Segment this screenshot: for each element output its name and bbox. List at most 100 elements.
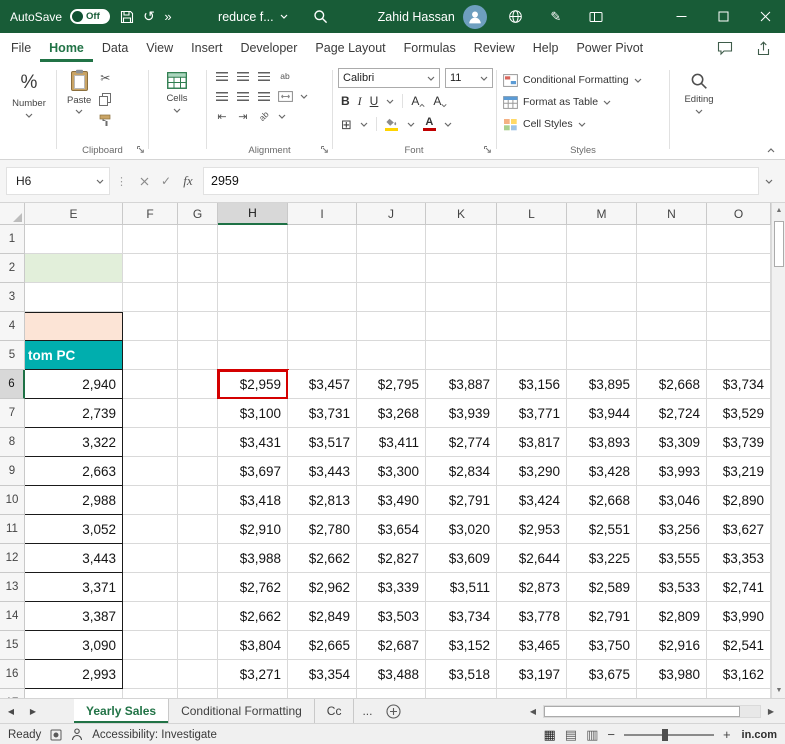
cell-O5[interactable]	[707, 341, 771, 370]
column-header-k[interactable]: K	[426, 203, 497, 225]
tab-insert[interactable]: Insert	[182, 33, 231, 62]
page-break-view-icon[interactable]: ▥	[586, 727, 598, 743]
save-icon[interactable]	[116, 5, 138, 29]
enter-icon[interactable]: ✓	[155, 168, 177, 194]
cell-J15[interactable]: $2,687	[357, 631, 426, 660]
cell-E12[interactable]: 3,443	[25, 544, 123, 573]
cell-H11[interactable]: $2,910	[218, 515, 288, 544]
cell-F4[interactable]	[123, 312, 178, 341]
cell-N17[interactable]	[637, 689, 707, 698]
cell-K8[interactable]: $2,774	[426, 428, 497, 457]
cell-O1[interactable]	[707, 225, 771, 254]
cell-K12[interactable]: $3,609	[426, 544, 497, 573]
cell-E3[interactable]	[25, 283, 123, 312]
cell-G17[interactable]	[178, 689, 218, 698]
cell-N14[interactable]: $2,809	[637, 602, 707, 631]
cell-K7[interactable]: $3,939	[426, 399, 497, 428]
cell-F11[interactable]	[123, 515, 178, 544]
cell-F9[interactable]	[123, 457, 178, 486]
alignment-dialog-launcher[interactable]	[320, 145, 329, 154]
column-header-e[interactable]: E	[25, 203, 123, 225]
cell-F12[interactable]	[123, 544, 178, 573]
sheet-tab-cc[interactable]: Cc	[315, 699, 355, 723]
cell-F2[interactable]	[123, 254, 178, 283]
more-sheets[interactable]: ...	[354, 699, 380, 723]
cell-N1[interactable]	[637, 225, 707, 254]
cell-K13[interactable]: $3,511	[426, 573, 497, 602]
tab-formulas[interactable]: Formulas	[395, 33, 465, 62]
cell-F8[interactable]	[123, 428, 178, 457]
cell-O3[interactable]	[707, 283, 771, 312]
cell-E7[interactable]: 2,739	[25, 399, 123, 428]
merge-center-icon[interactable]	[278, 89, 293, 104]
cell-I8[interactable]: $3,517	[288, 428, 357, 457]
vscroll-thumb[interactable]	[774, 221, 784, 267]
insert-function-icon[interactable]: fx	[177, 168, 199, 194]
cell-J9[interactable]: $3,300	[357, 457, 426, 486]
cell-I14[interactable]: $2,849	[288, 602, 357, 631]
number-format-button[interactable]: % Number	[6, 65, 52, 158]
cell-M12[interactable]: $3,225	[567, 544, 637, 573]
row-header-10[interactable]: 10	[0, 486, 25, 515]
row-header-15[interactable]: 15	[0, 631, 25, 660]
cell-E10[interactable]: 2,988	[25, 486, 123, 515]
tab-power-pivot[interactable]: Power Pivot	[567, 33, 652, 62]
cell-G15[interactable]	[178, 631, 218, 660]
page-layout-view-icon[interactable]: ▤	[565, 727, 577, 743]
cell-E5[interactable]: tom PC	[25, 341, 123, 370]
row-header-11[interactable]: 11	[0, 515, 25, 544]
row-header-5[interactable]: 5	[0, 341, 25, 370]
cell-G7[interactable]	[178, 399, 218, 428]
row-header-2[interactable]: 2	[0, 254, 25, 283]
add-sheet-button[interactable]	[380, 699, 406, 723]
copy-icon[interactable]	[97, 92, 113, 106]
cell-O10[interactable]: $2,890	[707, 486, 771, 515]
cell-F6[interactable]	[123, 370, 178, 399]
cell-L17[interactable]	[497, 689, 567, 698]
cell-F13[interactable]	[123, 573, 178, 602]
cell-N4[interactable]	[637, 312, 707, 341]
increase-font-size-button[interactable]: A	[411, 95, 425, 108]
cell-J13[interactable]: $3,339	[357, 573, 426, 602]
cell-J7[interactable]: $3,268	[357, 399, 426, 428]
cell-F7[interactable]	[123, 399, 178, 428]
cell-O15[interactable]: $2,541	[707, 631, 771, 660]
sheet-tab-conditional-formatting[interactable]: Conditional Formatting	[169, 699, 315, 723]
align-top-icon[interactable]	[215, 69, 229, 84]
font-size-select[interactable]: 11	[445, 68, 493, 88]
cell-J16[interactable]: $3,488	[357, 660, 426, 689]
cell-N5[interactable]	[637, 341, 707, 370]
cell-H12[interactable]: $3,988	[218, 544, 288, 573]
decrease-indent-icon[interactable]: ⇤	[215, 109, 229, 124]
cell-I4[interactable]	[288, 312, 357, 341]
cell-F5[interactable]	[123, 341, 178, 370]
cell-J17[interactable]	[357, 689, 426, 698]
row-header-6[interactable]: 6	[0, 370, 25, 399]
quick-access-overflow-icon[interactable]: »	[160, 5, 176, 29]
italic-button[interactable]: I	[358, 95, 362, 108]
tab-developer[interactable]: Developer	[231, 33, 306, 62]
cell-K17[interactable]	[426, 689, 497, 698]
cell-J8[interactable]: $3,411	[357, 428, 426, 457]
cell-F16[interactable]	[123, 660, 178, 689]
cell-J11[interactable]: $3,654	[357, 515, 426, 544]
cell-F14[interactable]	[123, 602, 178, 631]
cell-I2[interactable]	[288, 254, 357, 283]
cell-O8[interactable]: $3,739	[707, 428, 771, 457]
cell-E15[interactable]: 3,090	[25, 631, 123, 660]
cell-I6[interactable]: $3,457	[288, 370, 357, 399]
cell-H13[interactable]: $2,762	[218, 573, 288, 602]
hscroll-track[interactable]	[543, 705, 761, 718]
hscroll-thumb[interactable]	[544, 706, 740, 717]
row-header-7[interactable]: 7	[0, 399, 25, 428]
cell-I15[interactable]: $2,665	[288, 631, 357, 660]
cell-O16[interactable]: $3,162	[707, 660, 771, 689]
cell-M2[interactable]	[567, 254, 637, 283]
cell-E13[interactable]: 3,371	[25, 573, 123, 602]
cell-L3[interactable]	[497, 283, 567, 312]
formula-input[interactable]: 2959	[203, 167, 759, 195]
minimize-button[interactable]	[661, 0, 701, 33]
cell-G10[interactable]	[178, 486, 218, 515]
cell-M11[interactable]: $2,551	[567, 515, 637, 544]
cell-O13[interactable]: $2,741	[707, 573, 771, 602]
